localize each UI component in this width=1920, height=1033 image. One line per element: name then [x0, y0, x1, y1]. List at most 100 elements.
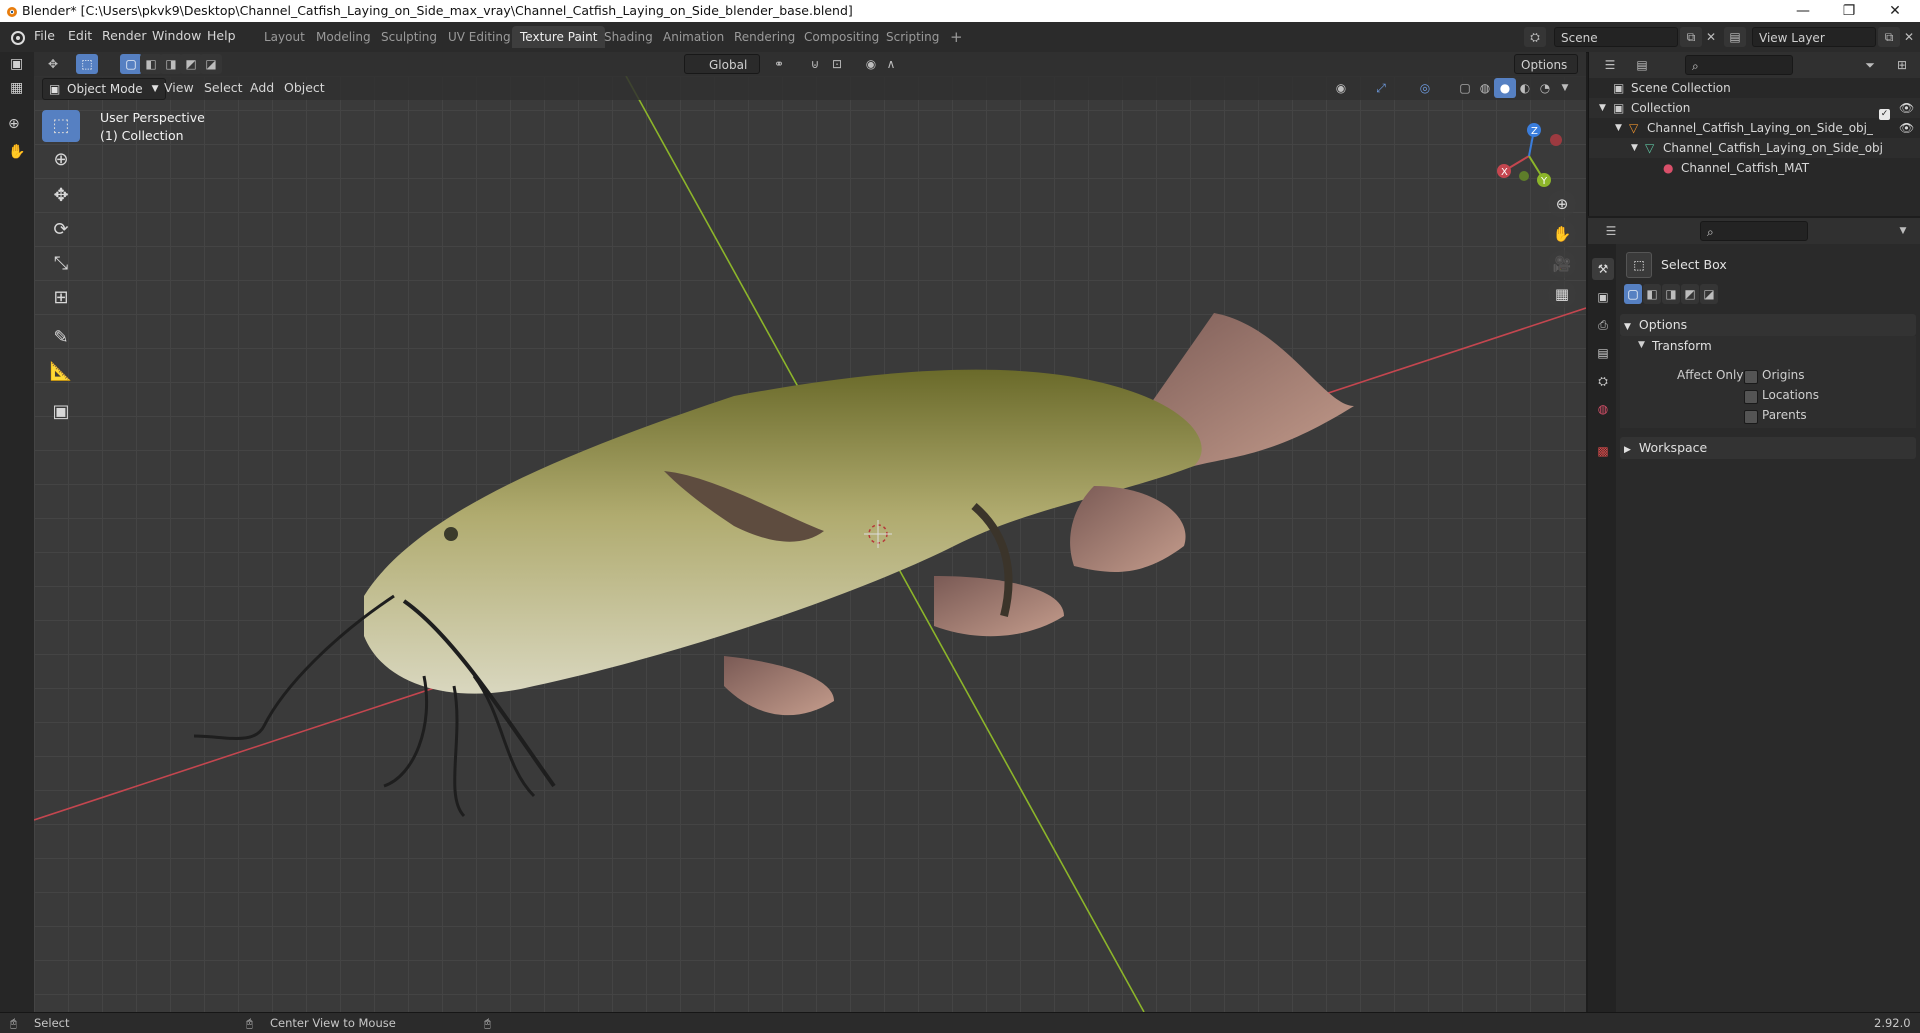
disclosure-triangle-icon[interactable]: ▼	[1631, 138, 1638, 158]
zoom-icon[interactable]: ⊕	[1548, 190, 1576, 218]
scale-tool[interactable]: ⤡	[42, 248, 80, 280]
ortho-grid-icon[interactable]: ▦	[1548, 280, 1576, 308]
eye-icon[interactable]: 👁	[1899, 98, 1914, 118]
selection-new-icon[interactable]: ▢	[1624, 284, 1642, 304]
viewport-menu-object[interactable]: Object	[284, 80, 325, 95]
eye-icon[interactable]: 👁	[1899, 118, 1914, 138]
maximize-button[interactable]: ❐	[1826, 0, 1872, 22]
outliner-item-collection[interactable]: ▼ ▣ Collection ✓ 👁	[1589, 98, 1920, 120]
active-tool-icon[interactable]: ⬚	[76, 54, 98, 74]
select-box-tool[interactable]: ⬚	[42, 110, 80, 142]
selection-subtract-icon[interactable]: ◨	[160, 54, 182, 74]
delete-view-layer-icon[interactable]: ✕	[1898, 27, 1920, 47]
tab-texture-paint[interactable]: Texture Paint	[512, 26, 606, 48]
viewport-menu-add[interactable]: Add	[250, 80, 274, 95]
tab-layout[interactable]: Layout	[256, 26, 313, 48]
menu-edit[interactable]: Edit	[68, 28, 92, 43]
material-shading-icon[interactable]: ◐	[1514, 78, 1536, 98]
solid-shading-icon[interactable]: ●	[1494, 78, 1516, 98]
tab-shading[interactable]: Shading	[596, 26, 661, 48]
tab-texture-icon[interactable]: ▩	[1592, 440, 1614, 462]
selection-new-icon[interactable]: ▢	[120, 54, 142, 74]
selection-subtract-icon[interactable]: ◨	[1662, 284, 1680, 304]
tab-world-icon[interactable]: ◍	[1592, 398, 1614, 420]
editor-type-icon[interactable]: ▣	[10, 56, 23, 72]
transform-orientation-dropdown[interactable]: Global	[684, 54, 760, 74]
display-mode-icon[interactable]: ▤	[1631, 55, 1653, 75]
transform-tool[interactable]: ⊞	[42, 282, 80, 314]
chevron-down-icon[interactable]: ▼	[1892, 221, 1914, 241]
menu-file[interactable]: File	[34, 28, 55, 43]
selection-intersect-icon[interactable]: ◪	[200, 54, 222, 74]
outliner-item-scene-collection[interactable]: ▣ Scene Collection	[1589, 78, 1920, 98]
selection-extend-icon[interactable]: ◧	[1643, 284, 1661, 304]
tab-output-icon[interactable]: ⎙	[1592, 314, 1614, 336]
shading-options-chevron-icon[interactable]: ▼	[1554, 78, 1576, 98]
new-scene-icon[interactable]: ⧉	[1680, 27, 1702, 47]
outliner-search-input[interactable]: ⌕	[1685, 55, 1793, 75]
parents-checkbox[interactable]	[1744, 410, 1758, 424]
snap-icon[interactable]: ⊍	[804, 54, 826, 74]
selection-invert-icon[interactable]: ◩	[180, 54, 202, 74]
scene-name-field[interactable]: Scene	[1554, 27, 1678, 47]
blender-menu-icon[interactable]	[8, 29, 26, 45]
menu-help[interactable]: Help	[207, 28, 236, 43]
tab-modeling[interactable]: Modeling	[308, 26, 379, 48]
options-dropdown[interactable]: Options	[1514, 54, 1578, 74]
view-layer-field[interactable]: View Layer	[1752, 27, 1876, 47]
rendered-shading-icon[interactable]: ◔	[1534, 78, 1556, 98]
options-panel-header[interactable]: ▼ Options	[1620, 314, 1916, 336]
selection-intersect-icon[interactable]: ◪	[1700, 284, 1718, 304]
new-collection-icon[interactable]: ⊞	[1891, 55, 1913, 75]
tab-render-icon[interactable]: ▣	[1592, 286, 1614, 308]
outliner-item-object[interactable]: ▼ ▽ Channel_Catfish_Laying_on_Side_obj_b…	[1589, 118, 1920, 138]
navigation-gizmo[interactable]: X Y Z	[1484, 116, 1574, 196]
falloff-icon[interactable]: ∧	[880, 54, 902, 74]
visibility-icon[interactable]: ◉	[1330, 78, 1352, 98]
close-button[interactable]: ✕	[1872, 0, 1918, 22]
outliner-item-mesh[interactable]: ▼ ▽ Channel_Catfish_Laying_on_Side_obj	[1589, 138, 1920, 158]
tab-view-layer-icon[interactable]: ▤	[1592, 342, 1614, 364]
minimize-button[interactable]: —	[1780, 0, 1826, 22]
outliner-editor-type-icon[interactable]: ☰	[1599, 55, 1621, 75]
mode-dropdown[interactable]: ▣ Object Mode ▼	[42, 78, 166, 100]
disclosure-triangle-icon[interactable]: ▼	[1615, 118, 1622, 138]
new-view-layer-icon[interactable]: ⧉	[1878, 27, 1900, 47]
tab-scripting[interactable]: Scripting	[878, 26, 947, 48]
menu-render[interactable]: Render	[102, 28, 147, 43]
move-tool[interactable]: ✥	[42, 180, 80, 212]
snap-target-icon[interactable]: ⊡	[826, 54, 848, 74]
selection-extend-icon[interactable]: ◧	[140, 54, 162, 74]
camera-view-icon[interactable]: 🎥	[1548, 250, 1576, 278]
overlay-toggle-icon[interactable]: ◎	[1414, 78, 1436, 98]
add-cube-tool[interactable]: ▣	[42, 396, 80, 428]
zoom-icon[interactable]: ⊕	[8, 116, 20, 132]
tab-tool-icon[interactable]: ⚒	[1592, 258, 1614, 280]
3d-viewport[interactable]: ▣ Object Mode ▼ View Select Add Object ◉…	[34, 76, 1586, 1012]
proportional-edit-icon[interactable]: ◉	[860, 54, 882, 74]
grid-icon[interactable]: ▦	[10, 80, 23, 96]
delete-scene-icon[interactable]: ✕	[1700, 27, 1722, 47]
disclosure-triangle-icon[interactable]: ▼	[1599, 98, 1606, 118]
tab-compositing[interactable]: Compositing	[796, 26, 887, 48]
viewport-menu-select[interactable]: Select	[204, 80, 243, 95]
wireframe-shading-icon[interactable]: ◍	[1474, 78, 1496, 98]
menu-window[interactable]: Window	[152, 28, 201, 43]
workspace-panel-header[interactable]: ▶ Workspace	[1620, 437, 1916, 459]
pan-hand-icon[interactable]: ✋	[1548, 220, 1576, 248]
disclosure-triangle-icon[interactable]: ▼	[1638, 340, 1645, 350]
tab-sculpting[interactable]: Sculpting	[373, 26, 445, 48]
scene-browse-icon[interactable]: ⛭	[1524, 27, 1546, 47]
xray-icon[interactable]: ▢	[1454, 78, 1476, 98]
hand-icon[interactable]: ✋	[8, 144, 25, 160]
tab-scene-icon[interactable]: ⛭	[1592, 370, 1614, 392]
outliner-item-material[interactable]: ● Channel_Catfish_MAT	[1589, 158, 1920, 178]
properties-editor-type-icon[interactable]: ☰	[1600, 221, 1622, 241]
tab-animation[interactable]: Animation	[655, 26, 732, 48]
locations-checkbox[interactable]	[1744, 390, 1758, 404]
tab-uv-editing[interactable]: UV Editing	[440, 26, 519, 48]
viewport-menu-view[interactable]: View	[164, 80, 194, 95]
gizmo-toggle-icon[interactable]: ⤢	[1370, 78, 1392, 98]
rotate-tool[interactable]: ⟳	[42, 214, 80, 246]
measure-tool[interactable]: 📐	[42, 356, 80, 388]
